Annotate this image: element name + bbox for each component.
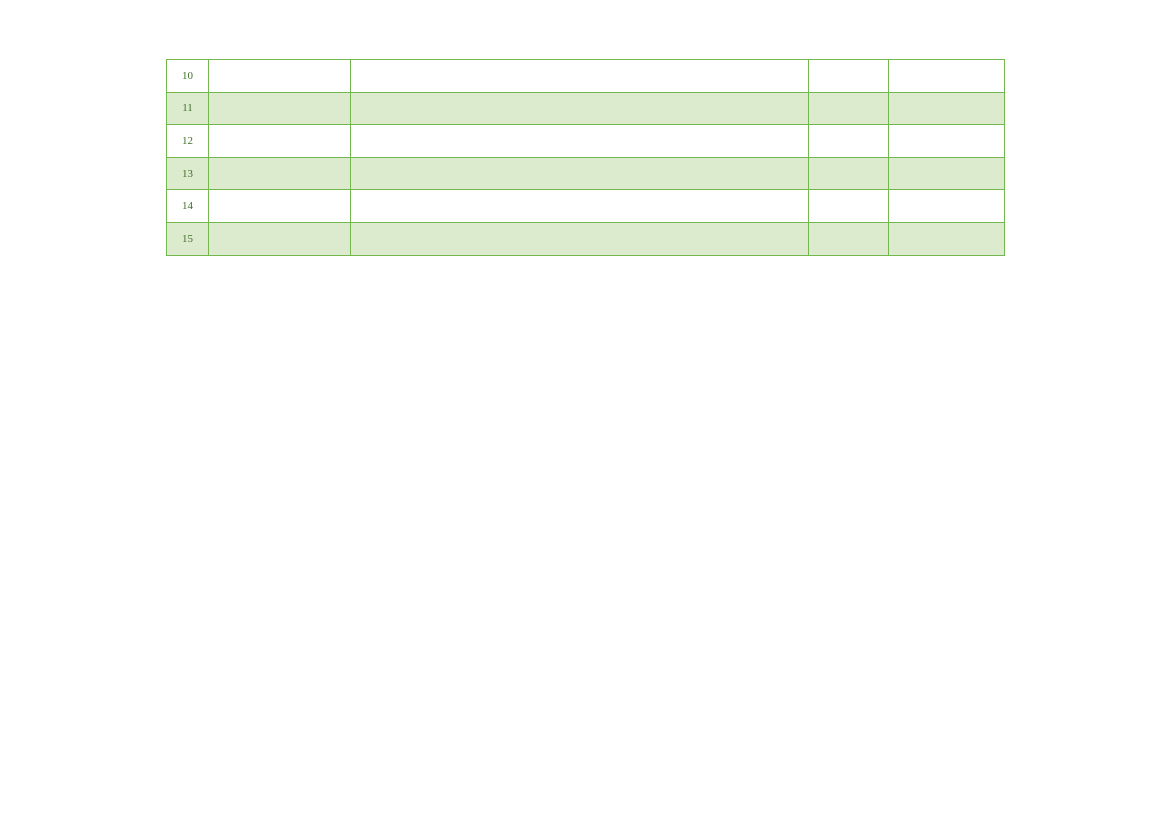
- cell: [889, 60, 1005, 93]
- table-row: 14: [167, 190, 1005, 223]
- cell: [209, 125, 351, 158]
- row-number: 15: [167, 222, 209, 255]
- cell: [209, 157, 351, 190]
- cell: [809, 222, 889, 255]
- cell: [351, 92, 809, 125]
- cell: [809, 60, 889, 93]
- cell: [889, 125, 1005, 158]
- cell: [889, 157, 1005, 190]
- row-number: 14: [167, 190, 209, 223]
- cell: [889, 222, 1005, 255]
- table-row: 13: [167, 157, 1005, 190]
- cell: [351, 60, 809, 93]
- table-row: 12: [167, 125, 1005, 158]
- row-number: 13: [167, 157, 209, 190]
- cell: [209, 92, 351, 125]
- table-container: 10 11 12 13: [166, 59, 1004, 256]
- cell: [351, 190, 809, 223]
- row-number: 12: [167, 125, 209, 158]
- cell: [351, 157, 809, 190]
- cell: [889, 92, 1005, 125]
- data-table: 10 11 12 13: [166, 59, 1005, 256]
- cell: [209, 222, 351, 255]
- table-row: 15: [167, 222, 1005, 255]
- cell: [809, 190, 889, 223]
- cell: [351, 222, 809, 255]
- cell: [351, 125, 809, 158]
- table-row: 10: [167, 60, 1005, 93]
- cell: [809, 92, 889, 125]
- cell: [209, 190, 351, 223]
- row-number: 11: [167, 92, 209, 125]
- cell: [889, 190, 1005, 223]
- cell: [209, 60, 351, 93]
- row-number: 10: [167, 60, 209, 93]
- cell: [809, 125, 889, 158]
- cell: [809, 157, 889, 190]
- table-row: 11: [167, 92, 1005, 125]
